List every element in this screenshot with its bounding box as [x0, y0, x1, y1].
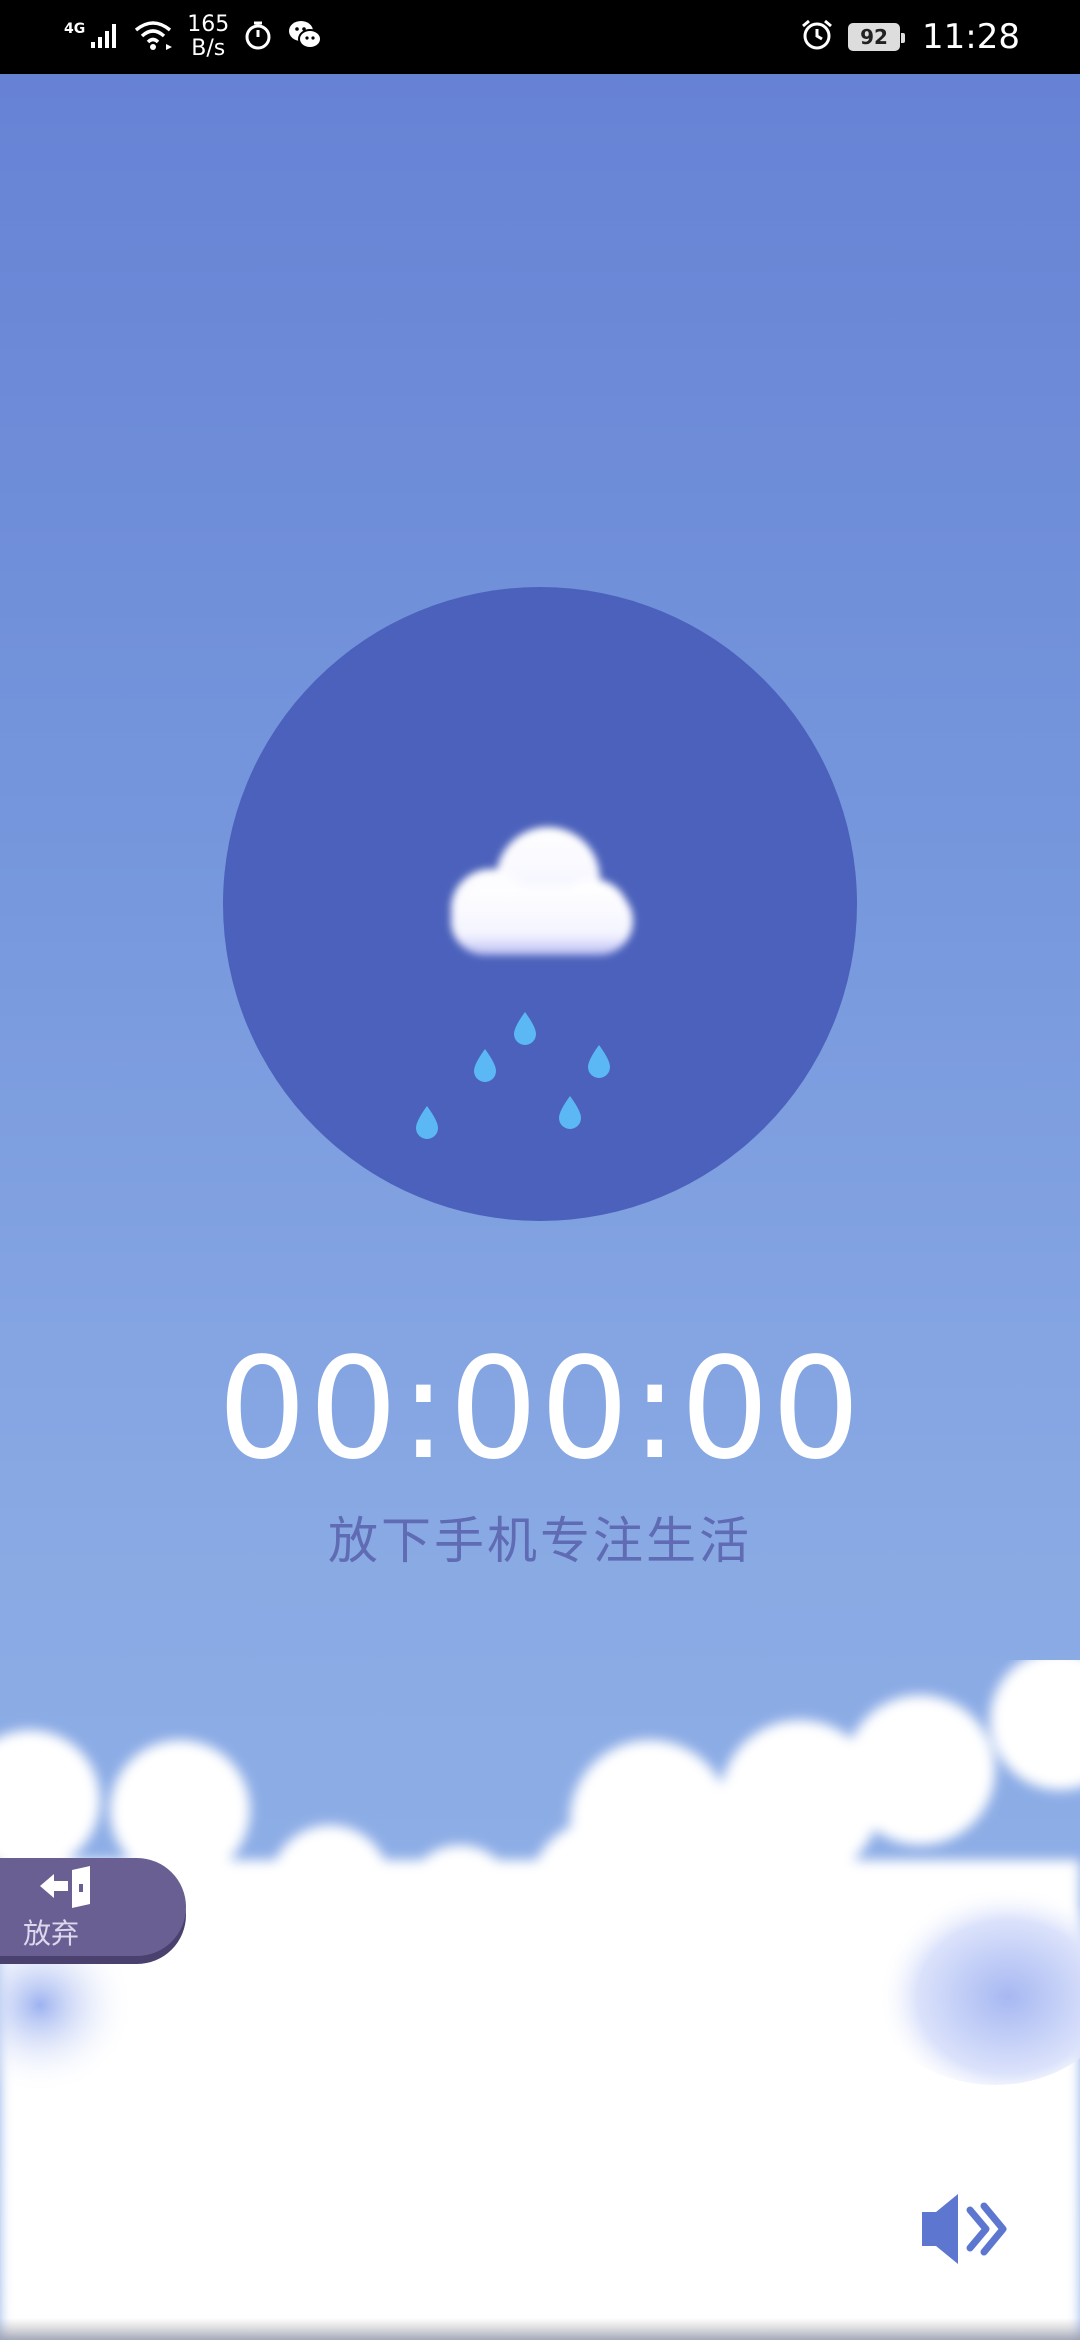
- wechat-icon: [287, 19, 323, 55]
- rain-cloud-icon: [416, 827, 633, 1139]
- give-up-label: 放弃: [22, 1917, 79, 1950]
- raindrops: [416, 1012, 610, 1139]
- speaker-icon: [922, 2194, 1007, 2264]
- slogan-text: 放下手机专注生活: [328, 1512, 752, 1570]
- battery-level: 92: [860, 25, 888, 49]
- status-bar-right: 92 11:28: [800, 0, 1020, 74]
- status-bar: 4G 165 B/s 92 11:28: [0, 0, 1080, 74]
- bottom-edge-shadow: [0, 2318, 1080, 2340]
- focus-timer: 00:00:00: [217, 1328, 863, 1491]
- network-speed-value: 165: [187, 12, 230, 37]
- wifi-icon: [133, 18, 173, 56]
- scene-circle: [223, 587, 857, 1221]
- give-up-button[interactable]: 放弃: [0, 1858, 186, 1956]
- battery-icon: 92: [848, 23, 906, 51]
- network-type: 4G: [64, 21, 86, 37]
- timer-icon: [243, 20, 273, 54]
- alarm-icon: [800, 18, 834, 56]
- exit-door-icon: [38, 1866, 100, 1916]
- sound-button[interactable]: [918, 2188, 1010, 2270]
- signal-icon: [89, 20, 119, 54]
- status-bar-left: 4G 165 B/s: [64, 0, 323, 74]
- focus-screen: 4G 165 B/s 92 11:28 00:00:00 放下手机专注生活 放弃: [0, 0, 1080, 2340]
- network-speed-unit: B/s: [191, 36, 226, 61]
- clock-time: 11:28: [922, 17, 1020, 57]
- network-speed: 165 B/s: [187, 13, 229, 61]
